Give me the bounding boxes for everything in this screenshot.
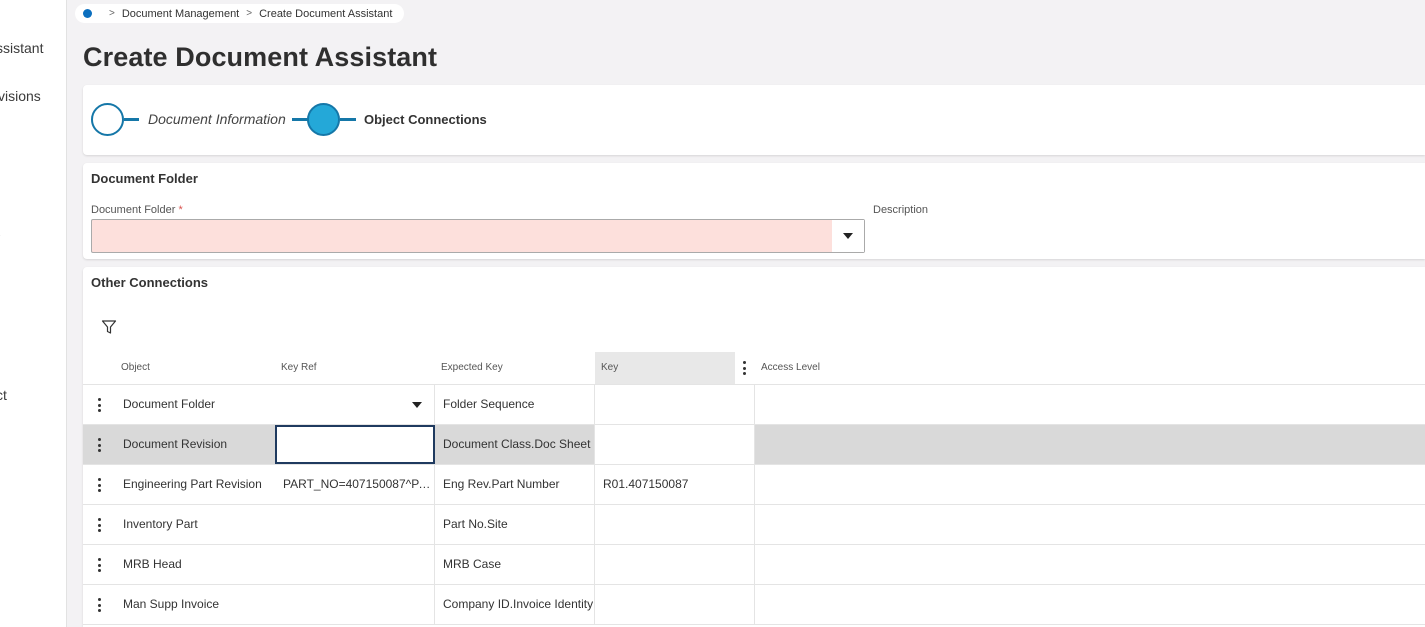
cell-access-level[interactable]: [755, 545, 1425, 584]
table-row[interactable]: Document Folder Folder Sequence: [83, 385, 1425, 425]
table-row[interactable]: Engineering Part Revision PART_NO=407150…: [83, 465, 1425, 505]
step-connector: [292, 118, 308, 121]
cell-key-ref[interactable]: [275, 545, 435, 584]
breadcrumb-item-document-management[interactable]: Document Management: [122, 8, 239, 20]
cell-key[interactable]: [595, 545, 755, 584]
cell-object: Document Folder: [123, 397, 216, 411]
step-label-object-connections[interactable]: Object Connections: [364, 112, 487, 127]
home-icon[interactable]: [83, 9, 92, 18]
table-row[interactable]: MRB Head MRB Case: [83, 545, 1425, 585]
step-connector: [340, 118, 356, 121]
row-menu-icon[interactable]: [97, 438, 101, 452]
sidebar-item-fragment-revisions[interactable]: visions: [0, 88, 41, 104]
column-header-object[interactable]: Object: [115, 352, 275, 384]
cell-key-ref-input[interactable]: [275, 425, 435, 464]
cell-expected-key: Company ID.Invoice Identity: [435, 585, 595, 624]
cell-key[interactable]: [595, 585, 755, 624]
description-label: Description: [873, 204, 929, 216]
navigation-sidebar: ssistant visions - ct: [0, 0, 67, 627]
cell-expected-key: Document Class.Doc Sheet: [435, 425, 595, 464]
other-connections-section: Other Connections Object Key Ref Expecte…: [83, 267, 1425, 627]
step-circle-object-connections[interactable]: [307, 103, 340, 136]
step-connector: [124, 118, 139, 121]
cell-expected-key: Folder Sequence: [435, 385, 595, 424]
caret-down-icon: [412, 402, 422, 408]
column-header-key-ref[interactable]: Key Ref: [275, 352, 435, 384]
page-title: Create Document Assistant: [83, 42, 438, 72]
required-mark: *: [178, 204, 183, 216]
column-header-access-level[interactable]: Access Level: [755, 352, 955, 384]
cell-expected-key: Part No.Site: [435, 505, 595, 544]
sidebar-item-fragment-dash[interactable]: -: [0, 226, 1, 242]
section-title-document-folder: Document Folder: [91, 171, 198, 186]
main-content: > Document Management > Create Document …: [75, 0, 1425, 627]
cell-key[interactable]: [595, 385, 755, 424]
breadcrumb-item-current: Create Document Assistant: [259, 7, 393, 20]
table-row[interactable]: Inventory Part Part No.Site: [83, 505, 1425, 545]
cell-access-level[interactable]: [755, 505, 1425, 544]
filter-icon[interactable]: [101, 319, 117, 335]
cell-object: MRB Head: [123, 557, 182, 571]
dropdown-button[interactable]: [832, 220, 864, 252]
column-header-expected-key[interactable]: Expected Key: [435, 352, 595, 384]
cell-object: Inventory Part: [123, 517, 198, 531]
cell-object: Engineering Part Revision: [123, 477, 262, 491]
table-row[interactable]: Document Revision Document Class.Doc She…: [83, 425, 1425, 465]
cell-access-level[interactable]: [755, 585, 1425, 624]
cell-expected-key: Eng Rev.Part Number: [435, 465, 595, 504]
breadcrumb: > Document Management > Create Document …: [75, 4, 405, 23]
section-title-other-connections: Other Connections: [91, 275, 209, 290]
column-menu-icon[interactable]: [742, 361, 746, 375]
step-circle-document-information[interactable]: [91, 103, 124, 136]
chevron-right-icon: >: [246, 8, 253, 19]
step-label-document-information[interactable]: Document Information: [148, 111, 286, 127]
cell-access-level[interactable]: [755, 425, 1425, 464]
caret-down-icon: [843, 233, 853, 239]
chevron-right-icon: >: [109, 8, 115, 19]
cell-object: Document Revision: [115, 425, 275, 464]
sidebar-item-fragment-object[interactable]: ct: [0, 387, 7, 403]
row-menu-icon[interactable]: [97, 478, 101, 492]
cell-key-ref-select[interactable]: [275, 385, 435, 424]
cell-key[interactable]: [595, 505, 755, 544]
cell-key[interactable]: [595, 425, 755, 464]
document-folder-label-text: Document Folder: [91, 204, 176, 216]
document-folder-field-label: Document Folder *: [91, 204, 183, 216]
cell-key-ref[interactable]: [275, 505, 435, 544]
cell-key-ref[interactable]: [275, 585, 435, 624]
row-menu-icon[interactable]: [97, 518, 101, 532]
connections-table: Object Key Ref Expected Key Key Access L…: [83, 352, 1425, 625]
column-header-key[interactable]: Key: [595, 352, 735, 384]
cell-object: Man Supp Invoice: [123, 597, 220, 611]
sidebar-item-fragment-assistant[interactable]: ssistant: [0, 40, 43, 56]
wizard-stepper: Document Information Object Connections: [83, 85, 1425, 155]
cell-access-level[interactable]: [755, 465, 1425, 504]
row-menu-icon[interactable]: [97, 558, 101, 572]
document-folder-select[interactable]: [91, 219, 865, 253]
row-menu-icon[interactable]: [97, 398, 101, 412]
cell-key-ref[interactable]: PART_NO=407150087^PART_REV=R01^: [275, 465, 435, 504]
row-menu-icon[interactable]: [97, 598, 101, 612]
cell-access-level[interactable]: [755, 385, 1425, 424]
document-folder-section: Document Folder Document Folder * Descri…: [83, 163, 1425, 259]
table-header: Object Key Ref Expected Key Key Access L…: [83, 352, 1425, 385]
cell-expected-key: MRB Case: [435, 545, 595, 584]
cell-key[interactable]: R01.407150087: [595, 465, 755, 504]
table-row[interactable]: Man Supp Invoice Company ID.Invoice Iden…: [83, 585, 1425, 625]
